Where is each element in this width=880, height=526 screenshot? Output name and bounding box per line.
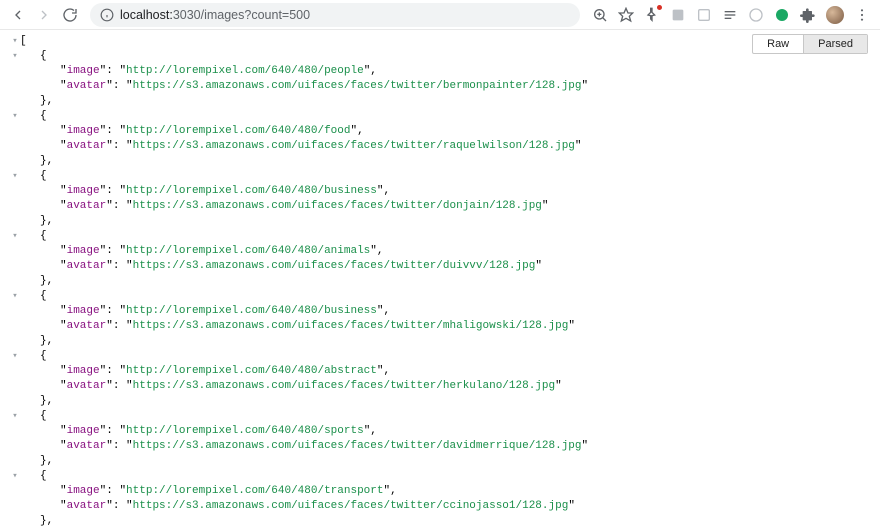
- profile-avatar[interactable]: [826, 6, 844, 24]
- array-open[interactable]: [: [10, 34, 880, 49]
- json-property-image[interactable]: "image": "http://lorempixel.com/640/480/…: [10, 64, 880, 79]
- back-icon[interactable]: [10, 7, 26, 23]
- url-text: localhost:3030/images?count=500: [120, 8, 310, 22]
- raw-tab[interactable]: Raw: [753, 35, 803, 53]
- extensions-puzzle-icon[interactable]: [800, 7, 816, 23]
- json-property-image[interactable]: "image": "http://lorempixel.com/640/480/…: [10, 124, 880, 139]
- disclosure-triangle-icon[interactable]: [10, 409, 20, 424]
- disclosure-triangle-icon[interactable]: [10, 289, 20, 304]
- nav-group: [6, 7, 82, 23]
- json-property-avatar[interactable]: "avatar": "https://s3.amazonaws.com/uifa…: [10, 379, 880, 394]
- extension-green-icon[interactable]: [774, 7, 790, 23]
- address-bar[interactable]: localhost:3030/images?count=500: [90, 3, 580, 27]
- json-property-avatar[interactable]: "avatar": "https://s3.amazonaws.com/uifa…: [10, 439, 880, 454]
- browser-toolbar: localhost:3030/images?count=500: [0, 0, 880, 30]
- view-mode-toggle: Raw Parsed: [752, 34, 868, 54]
- forward-icon[interactable]: [36, 7, 52, 23]
- json-property-avatar[interactable]: "avatar": "https://s3.amazonaws.com/uifa…: [10, 139, 880, 154]
- kebab-menu-icon[interactable]: [854, 7, 870, 23]
- extension-pin-icon[interactable]: [644, 7, 660, 23]
- zoom-icon[interactable]: [592, 7, 608, 23]
- toolbar-right: [588, 6, 874, 24]
- json-property-avatar[interactable]: "avatar": "https://s3.amazonaws.com/uifa…: [10, 499, 880, 514]
- object-open[interactable]: {: [10, 109, 880, 124]
- object-open[interactable]: {: [10, 469, 880, 484]
- object-close: },: [10, 454, 880, 469]
- star-icon[interactable]: [618, 7, 634, 23]
- parsed-tab[interactable]: Parsed: [803, 35, 867, 53]
- object-close: },: [10, 394, 880, 409]
- json-viewer: [{"image": "http://lorempixel.com/640/48…: [0, 30, 880, 526]
- disclosure-triangle-icon[interactable]: [10, 229, 20, 244]
- extension-gray-icon[interactable]: [670, 7, 686, 23]
- json-property-image[interactable]: "image": "http://lorempixel.com/640/480/…: [10, 424, 880, 439]
- json-property-avatar[interactable]: "avatar": "https://s3.amazonaws.com/uifa…: [10, 79, 880, 94]
- disclosure-triangle-icon[interactable]: [10, 49, 20, 64]
- disclosure-triangle-icon[interactable]: [10, 34, 20, 49]
- disclosure-triangle-icon[interactable]: [10, 469, 20, 484]
- object-open[interactable]: {: [10, 169, 880, 184]
- object-open[interactable]: {: [10, 289, 880, 304]
- json-property-image[interactable]: "image": "http://lorempixel.com/640/480/…: [10, 304, 880, 319]
- json-property-avatar[interactable]: "avatar": "https://s3.amazonaws.com/uifa…: [10, 259, 880, 274]
- json-property-image[interactable]: "image": "http://lorempixel.com/640/480/…: [10, 364, 880, 379]
- extension-square-icon[interactable]: [696, 7, 712, 23]
- object-open[interactable]: {: [10, 409, 880, 424]
- object-close: },: [10, 214, 880, 229]
- json-property-image[interactable]: "image": "http://lorempixel.com/640/480/…: [10, 484, 880, 499]
- disclosure-triangle-icon[interactable]: [10, 349, 20, 364]
- json-property-avatar[interactable]: "avatar": "https://s3.amazonaws.com/uifa…: [10, 319, 880, 334]
- object-close: },: [10, 274, 880, 289]
- extension-lines-icon[interactable]: [722, 7, 738, 23]
- json-property-avatar[interactable]: "avatar": "https://s3.amazonaws.com/uifa…: [10, 199, 880, 214]
- object-open[interactable]: {: [10, 49, 880, 64]
- disclosure-triangle-icon[interactable]: [10, 169, 20, 184]
- object-open[interactable]: {: [10, 229, 880, 244]
- object-open[interactable]: {: [10, 349, 880, 364]
- extension-circle-icon[interactable]: [748, 7, 764, 23]
- reload-icon[interactable]: [62, 7, 78, 23]
- json-property-image[interactable]: "image": "http://lorempixel.com/640/480/…: [10, 184, 880, 199]
- object-close: },: [10, 514, 880, 526]
- object-close: },: [10, 94, 880, 109]
- object-close: },: [10, 154, 880, 169]
- info-icon[interactable]: [100, 8, 114, 22]
- json-property-image[interactable]: "image": "http://lorempixel.com/640/480/…: [10, 244, 880, 259]
- object-close: },: [10, 334, 880, 349]
- disclosure-triangle-icon[interactable]: [10, 109, 20, 124]
